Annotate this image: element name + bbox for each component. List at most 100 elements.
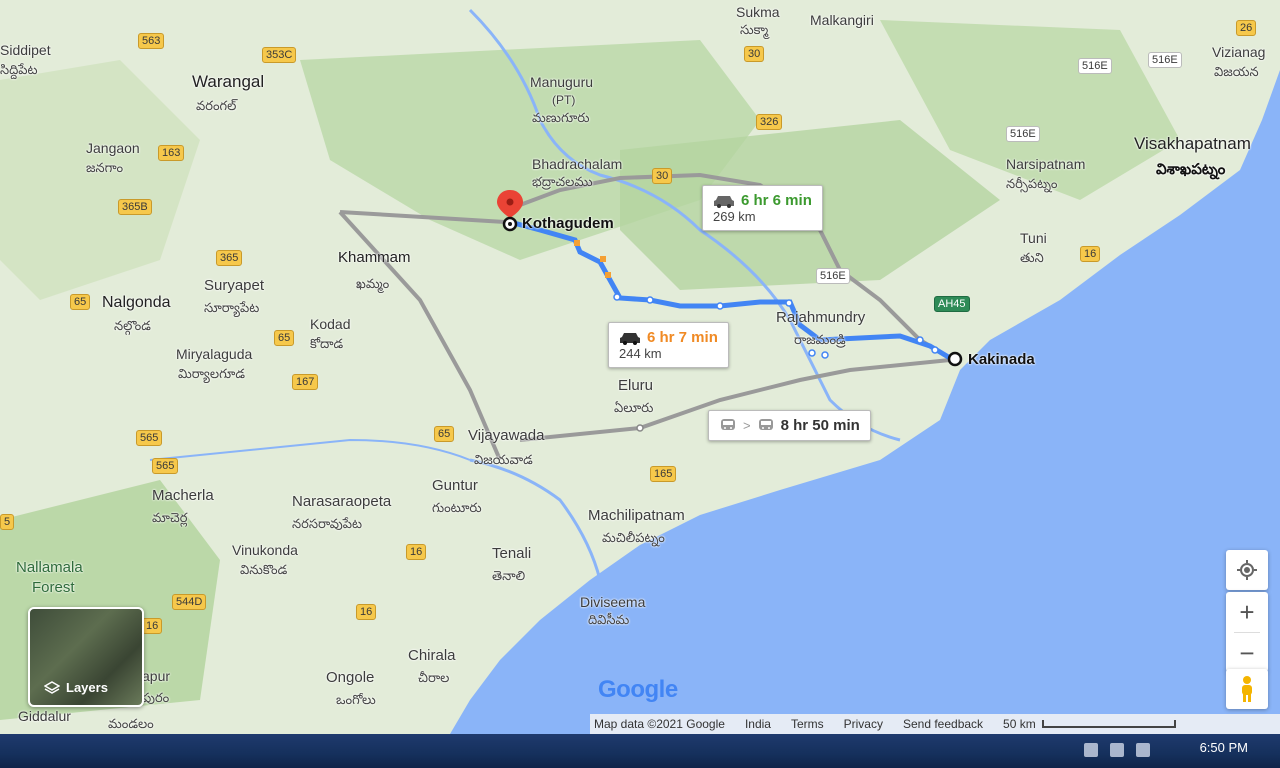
place-label-te: తెనాలి	[492, 568, 526, 583]
road-shield: 30	[744, 46, 765, 62]
place-label: Sukma	[736, 4, 780, 20]
road-shield: 26	[1236, 20, 1257, 36]
place-label: Tuni	[1020, 230, 1047, 246]
zoom-in-button[interactable]: +	[1226, 592, 1268, 632]
place-label: Tenali	[492, 545, 532, 562]
terms-link[interactable]: Terms	[791, 717, 824, 731]
route-distance: 269 km	[713, 209, 756, 224]
my-location-button[interactable]	[1226, 550, 1268, 590]
place-label: Warangal	[192, 72, 265, 91]
place-label: Narsipatnam	[1006, 156, 1086, 172]
place-label: Vijayawada	[468, 427, 545, 444]
place-label-te: నరసరావుపేట	[292, 516, 362, 531]
scale-bar	[1041, 720, 1176, 728]
place-label: Narasaraopeta	[292, 493, 392, 510]
road-shield: 516E	[1148, 52, 1182, 68]
scale-label: 50 km	[1003, 717, 1036, 731]
road-shield: 30	[652, 168, 673, 184]
network-icon[interactable]	[1084, 743, 1098, 757]
place-label-te: రాజమండ్రి	[794, 332, 846, 347]
route-option-box[interactable]: 6 hr 6 min 269 km	[702, 185, 823, 231]
road-shield: 65	[70, 294, 91, 310]
system-tray	[1084, 743, 1150, 757]
place-label-te: వినుకొండ	[240, 562, 288, 577]
place-label: Jangaon	[86, 140, 140, 156]
layers-icon	[44, 680, 60, 694]
zoom-out-button[interactable]: −	[1226, 633, 1268, 673]
origin-label[interactable]: Kothagudem	[522, 216, 614, 232]
road-shield: 326	[756, 114, 783, 130]
place-label: Khammam	[338, 249, 411, 266]
taskbar: 6:50 PM	[0, 734, 1280, 768]
place-label-te: మాచెర్ల	[152, 510, 188, 525]
pegman-icon	[1242, 676, 1252, 702]
map-canvas[interactable]: Siddipet సిద్దిపేట Warangal వరంగల్ Janga…	[0, 0, 1280, 734]
place-label: Forest	[32, 579, 75, 596]
route-time: 8 hr 50 min	[780, 417, 860, 434]
place-label: Kodad	[310, 316, 351, 332]
street-view-button[interactable]	[1226, 669, 1268, 709]
google-logo: Google	[598, 676, 678, 704]
region-link[interactable]: India	[745, 717, 771, 731]
place-label: apur	[142, 668, 171, 684]
road-shield: 65	[434, 426, 455, 442]
road-shield: 353C	[262, 47, 297, 63]
place-label-te: వరంగల్	[196, 98, 237, 113]
road-shield: 16	[142, 618, 163, 634]
place-label: Eluru	[618, 377, 654, 394]
place-label-te: మణుగూరు	[532, 110, 590, 125]
place-label-te: ఏలూరు	[614, 400, 654, 415]
place-label: Giddalur	[18, 708, 71, 724]
road-shield: AH45	[934, 296, 970, 312]
place-label-te: గుంటూరు	[432, 500, 482, 515]
place-label: Miryalaguda	[176, 346, 253, 362]
place-label-te: విశాఖపట్నం	[1156, 161, 1226, 178]
scale[interactable]: 50 km	[1003, 717, 1176, 731]
flag-icon[interactable]	[1110, 743, 1124, 757]
map-data-text: Map data ©2021 Google	[594, 717, 725, 731]
volume-icon[interactable]	[1136, 743, 1150, 757]
place-label-te: తుని	[1020, 250, 1044, 265]
place-label-te: మండలం	[108, 716, 154, 731]
place-label: Rajahmundry	[776, 309, 866, 326]
place-label: Nallamala	[16, 559, 83, 576]
place-label: Macherla	[152, 487, 214, 504]
place-label: Diviseema	[580, 594, 646, 610]
road-shield: 16	[356, 604, 377, 620]
place-label-te: సుక్మా	[740, 22, 769, 37]
place-label-te: విజయన	[1214, 64, 1259, 79]
place-label-te: జనగాం	[86, 160, 124, 175]
privacy-link[interactable]: Privacy	[844, 717, 883, 731]
road-shield: 16	[406, 544, 427, 560]
route-option-box[interactable]: > 8 hr 50 min	[708, 410, 871, 441]
road-shield: 365B	[118, 199, 152, 215]
place-label-te: మచిలీపట్నం	[602, 530, 665, 545]
send-feedback-link[interactable]: Send feedback	[903, 717, 983, 731]
road-shield: 365	[216, 250, 243, 266]
place-label: Machilipatnam	[588, 507, 685, 524]
place-label-te: సిద్దిపేట	[0, 62, 38, 77]
place-label: Guntur	[432, 477, 478, 494]
place-label: (PT)	[552, 93, 576, 107]
road-shield: 16	[1080, 246, 1101, 262]
route-option-box[interactable]: 6 hr 7 min 244 km	[608, 322, 729, 368]
place-label-te: మిర్యాలగూడ	[178, 366, 245, 381]
place-label-te: సూర్యాపేట	[204, 300, 260, 315]
place-label-te: దివిసీమ	[588, 612, 630, 627]
road-shield: 516E	[1006, 126, 1040, 142]
layers-button[interactable]: Layers	[28, 607, 144, 707]
place-label: Vizianag	[1212, 44, 1266, 60]
place-label: Siddipet	[0, 42, 51, 58]
taskbar-clock[interactable]: 6:50 PM	[1200, 740, 1248, 755]
my-location-icon	[1237, 560, 1257, 580]
place-label-te: ఖమ్మం	[356, 276, 390, 291]
place-label-te: భద్రాచలము	[532, 174, 593, 189]
route-distance: 244 km	[619, 346, 662, 361]
place-label-te: కోదాడ	[310, 336, 344, 351]
destination-label[interactable]: Kakinada	[968, 352, 1035, 368]
road-shield: 5	[0, 514, 15, 530]
place-label: Nalgonda	[102, 294, 171, 311]
road-shield: 544D	[172, 594, 207, 610]
route-time: 6 hr 7 min	[647, 329, 718, 346]
route-time: 6 hr 6 min	[741, 192, 812, 209]
